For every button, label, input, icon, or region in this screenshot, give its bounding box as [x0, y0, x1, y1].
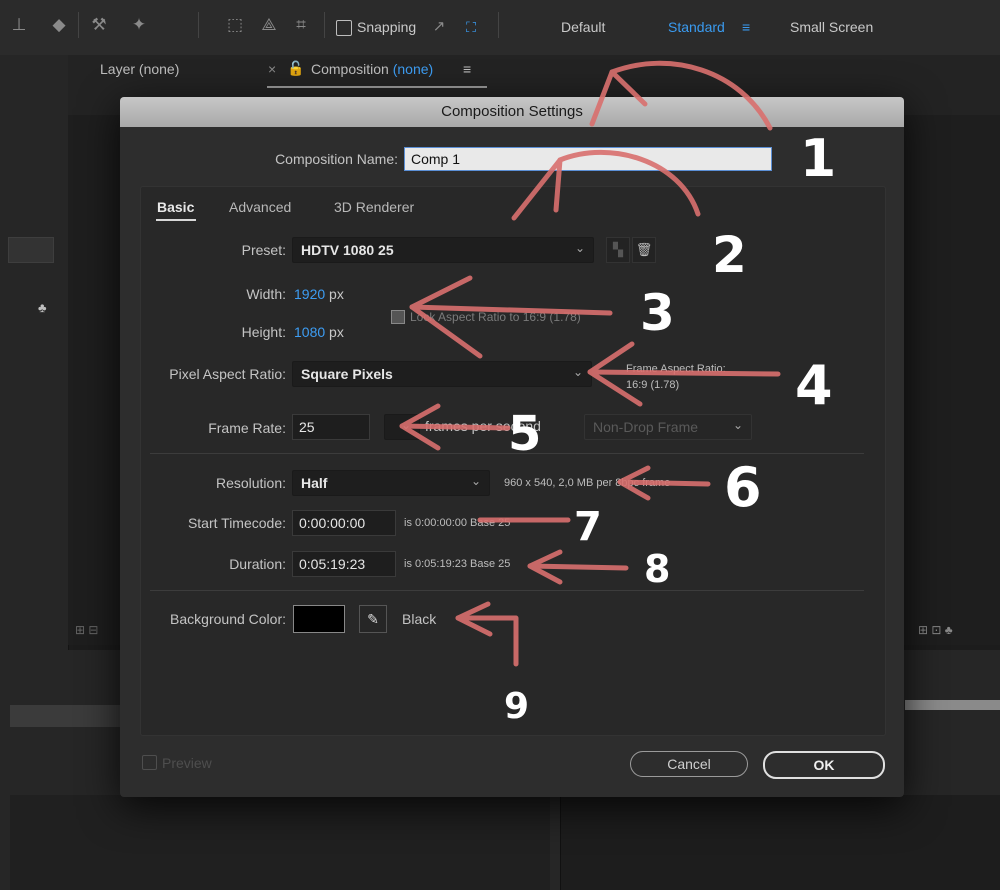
resolution-info: 960 x 540, 2,0 MB per 8bpc frame	[504, 477, 671, 489]
panel-menu-icon[interactable]: ≡	[463, 61, 471, 77]
background-color-label: Background Color:	[170, 611, 286, 627]
pixel-aspect-value: Square Pixels	[301, 366, 393, 382]
duration-info: is 0:05:19:23 Base 25	[404, 558, 511, 570]
preset-label: Preset:	[241, 242, 286, 258]
toolbar-separator	[78, 12, 79, 38]
chevron-down-icon: ⌄	[574, 241, 585, 255]
resolution-label: Resolution:	[215, 475, 286, 491]
ok-button[interactable]: OK	[763, 751, 885, 779]
background-color-name: Black	[402, 611, 437, 627]
roto-brush-icon[interactable]: ⚒	[88, 14, 110, 36]
start-timecode-info: is 0:00:00:00 Base 25	[404, 517, 511, 529]
snap-arrow-icon[interactable]: ↗	[428, 16, 450, 38]
duration-input[interactable]: 0:05:19:23	[292, 551, 396, 577]
height-field[interactable]: 1080 px	[294, 324, 344, 340]
frame-aspect-value: 16:9 (1.78)	[626, 379, 680, 391]
lock-aspect-label: Lock Aspect Ratio to 16:9 (1.78)	[410, 310, 581, 324]
snapping-checkbox[interactable]	[336, 20, 352, 36]
frames-per-second-label: frames per second	[425, 418, 541, 434]
drop-frame-value: Non-Drop Frame	[593, 419, 699, 435]
active-tab-underline	[267, 86, 487, 88]
top-toolbar: ⊥ ◆ ⚒ ✦ ⬚ ⟁ ⌗ Snapping ↗ ⛶ Default Stand…	[0, 0, 1000, 56]
active-tab-indicator	[156, 219, 196, 221]
viewer-footer-icon[interactable]: ⊞ ⊟	[75, 623, 98, 637]
snap-grid-icon[interactable]: ⛶	[460, 16, 482, 38]
resolution-value: Half	[301, 475, 328, 491]
eraser-icon[interactable]: ◆	[48, 14, 70, 36]
chevron-down-icon: ⌄	[470, 474, 481, 488]
pin-tool-icon[interactable]: ✦	[128, 14, 150, 36]
drop-frame-dropdown[interactable]: Non-Drop Frame ⌄	[584, 414, 752, 440]
width-unit: px	[329, 286, 344, 302]
pixel-aspect-dropdown[interactable]: Square Pixels ⌄	[292, 361, 592, 387]
chevron-down-icon: ⌄	[572, 365, 583, 379]
height-value: 1080	[294, 324, 326, 340]
tab-layer[interactable]: Layer (none)	[100, 61, 179, 77]
toolbar-separator	[498, 12, 499, 38]
puppet-pin-icon[interactable]: ⊥	[8, 14, 30, 36]
timeline-graph-area	[560, 795, 1000, 890]
resolution-dropdown[interactable]: Half ⌄	[292, 470, 490, 496]
trash-icon[interactable]: 🗑	[632, 237, 656, 263]
preset-dropdown[interactable]: HDTV 1080 25 ⌄	[292, 237, 594, 263]
divider	[150, 590, 864, 591]
tab-composition-label: Composition	[311, 61, 389, 77]
save-preset-icon[interactable]: ▚	[606, 237, 630, 263]
width-value: 1920	[294, 286, 326, 302]
preset-value: HDTV 1080 25	[301, 242, 394, 258]
tab-basic[interactable]: Basic	[157, 199, 194, 215]
composition-settings-dialog: Composition Settings Composition Name: C…	[120, 97, 904, 797]
height-label: Height:	[241, 324, 286, 340]
pixel-aspect-label: Pixel Aspect Ratio:	[169, 366, 286, 382]
comp-name-label: Composition Name:	[275, 151, 398, 167]
workspace-default[interactable]: Default	[561, 19, 605, 35]
divider	[150, 453, 864, 454]
world-axis-icon[interactable]: ⟁	[258, 14, 280, 36]
frame-aspect-label: Frame Aspect Ratio:	[626, 363, 726, 375]
preview-label: Preview	[162, 755, 212, 771]
chevron-down-icon: ⌄	[400, 418, 411, 432]
view-axis-icon[interactable]: ⌗	[290, 14, 312, 36]
tab-3d-renderer[interactable]: 3D Renderer	[334, 199, 414, 215]
settings-panel	[140, 186, 886, 736]
local-axis-icon[interactable]: ⬚	[224, 14, 246, 36]
timeline-bar	[10, 705, 120, 727]
workspace-standard[interactable]: Standard	[668, 19, 725, 35]
left-panel-field[interactable]	[8, 237, 54, 263]
snapping-label: Snapping	[357, 19, 417, 35]
timeline-layers-area	[10, 795, 550, 890]
start-timecode-input[interactable]: 0:00:00:00	[292, 510, 396, 536]
tab-advanced[interactable]: Advanced	[229, 199, 291, 215]
tab-composition[interactable]: Composition (none)	[311, 61, 433, 77]
hierarchy-icon[interactable]: ♣	[38, 300, 47, 315]
workspace-small-screen[interactable]: Small Screen	[790, 19, 873, 35]
workspace-menu-icon[interactable]: ≡	[742, 19, 750, 35]
frame-rate-input[interactable]: 25	[292, 414, 370, 440]
viewer-footer-icons-right[interactable]: ⊞ ⊡ ♣	[918, 623, 953, 637]
toolbar-separator	[324, 12, 325, 38]
tab-composition-value: (none)	[392, 61, 434, 77]
toolbar-separator	[198, 12, 199, 38]
start-timecode-label: Start Timecode:	[187, 515, 286, 531]
duration-label: Duration:	[229, 556, 286, 572]
chevron-down-icon: ⌄	[732, 418, 743, 432]
dialog-title: Composition Settings	[120, 97, 904, 127]
frame-rate-dropdown[interactable]: ⌄	[384, 414, 420, 440]
width-field[interactable]: 1920 px	[294, 286, 344, 302]
background-color-swatch[interactable]	[293, 605, 345, 633]
width-label: Width:	[246, 286, 286, 302]
lock-aspect-checkbox[interactable]	[391, 310, 405, 324]
lock-icon[interactable]: 🔓	[287, 60, 304, 77]
preview-checkbox[interactable]	[142, 755, 157, 770]
cancel-button[interactable]: Cancel	[630, 751, 748, 777]
frame-rate-label: Frame Rate:	[208, 420, 286, 436]
eyedropper-icon[interactable]: ✎	[359, 605, 387, 633]
close-tab-icon[interactable]: ×	[268, 61, 276, 77]
timeline-work-area[interactable]	[905, 700, 1000, 710]
height-unit: px	[329, 324, 344, 340]
comp-name-input[interactable]: Comp 1	[404, 147, 772, 171]
